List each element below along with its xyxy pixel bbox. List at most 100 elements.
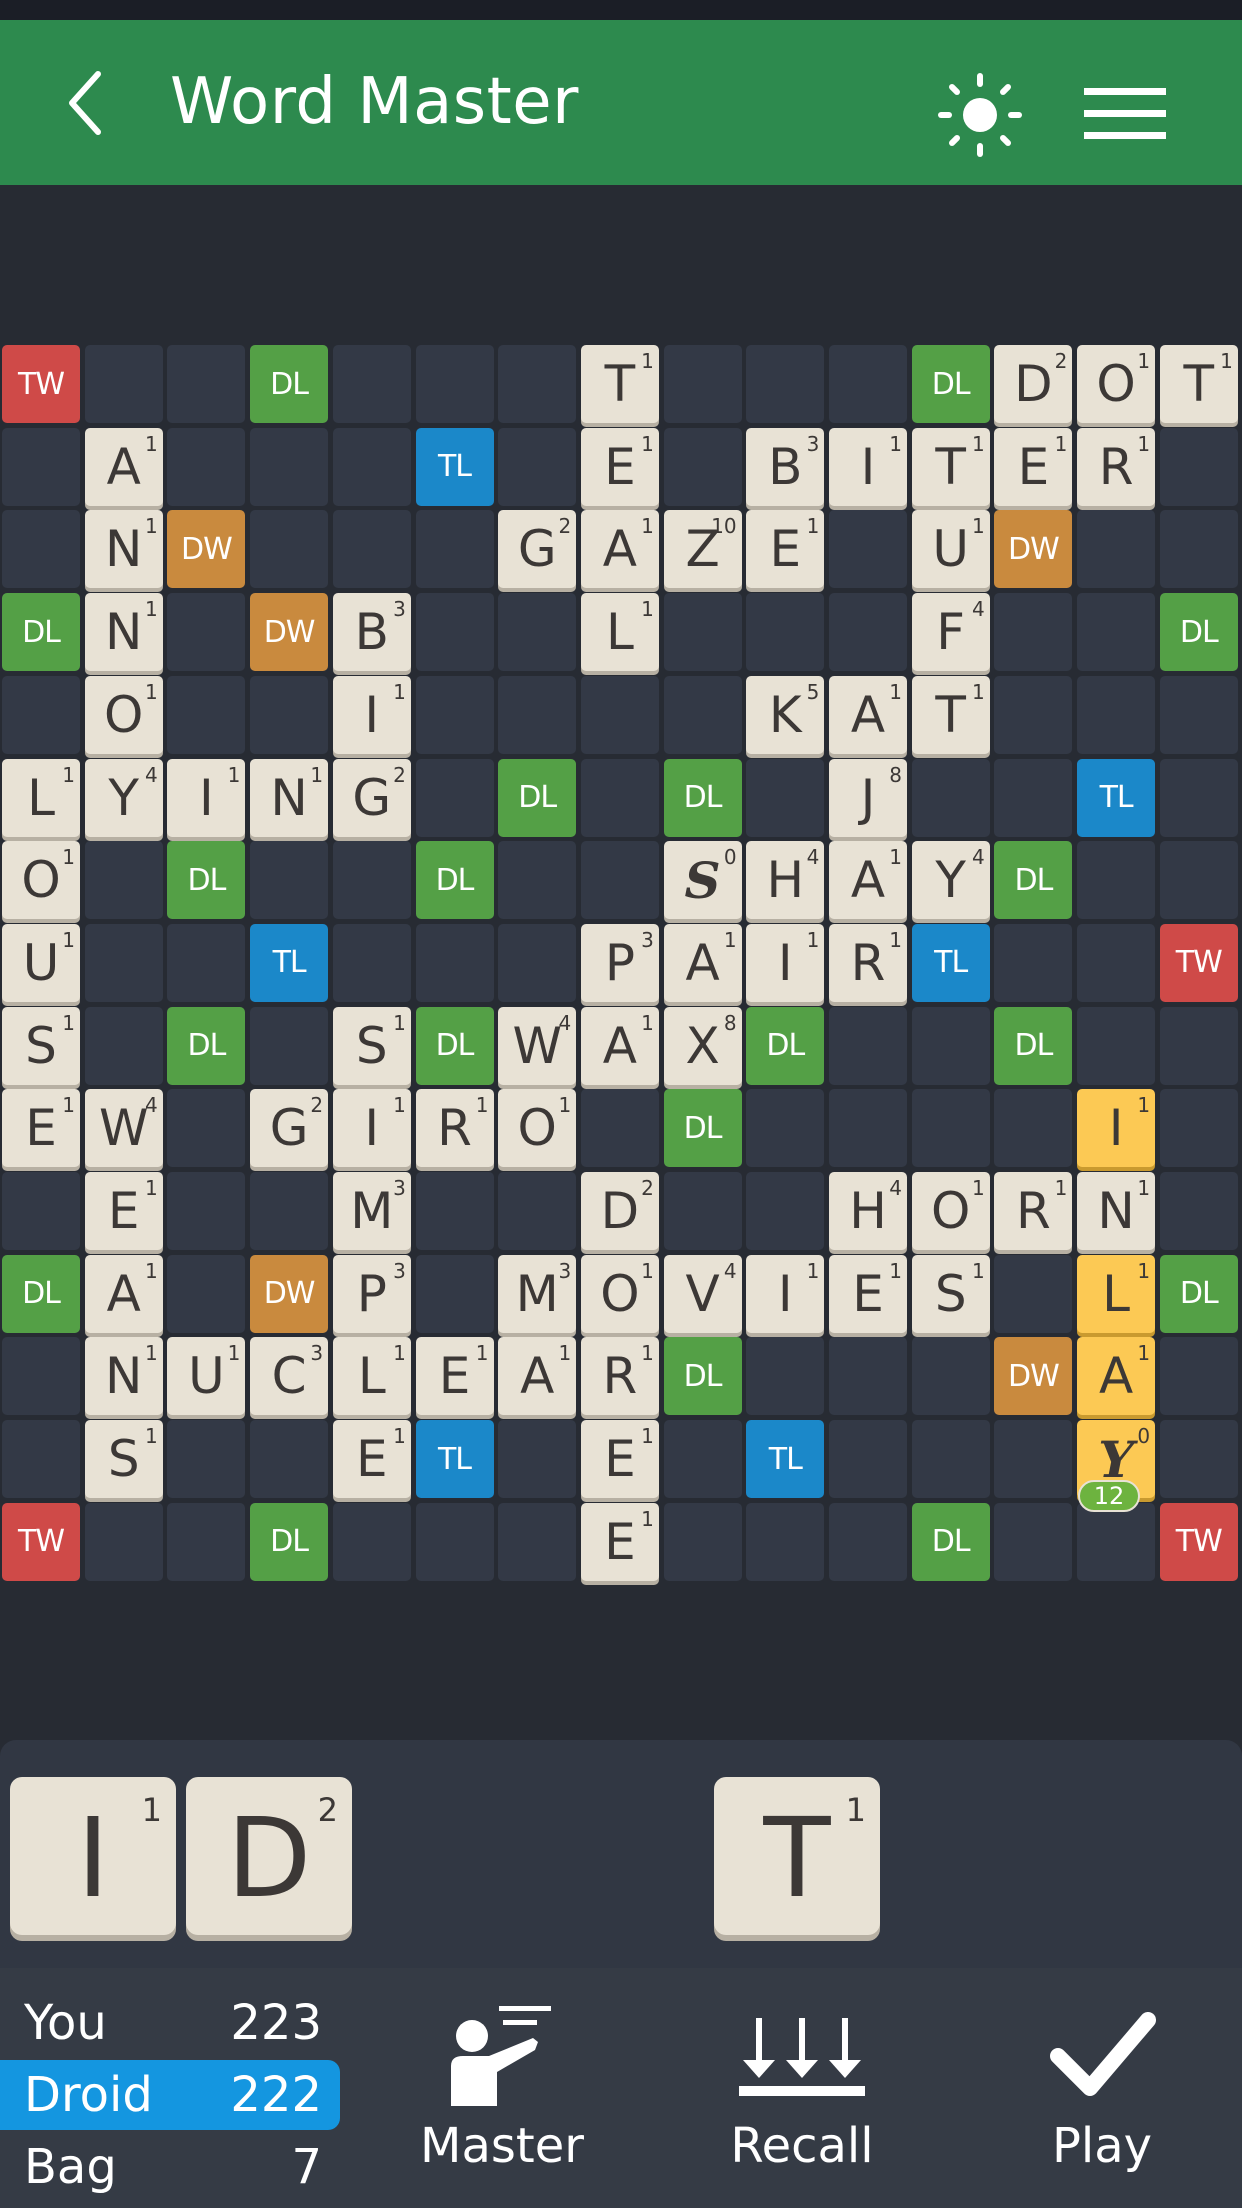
board-cell-dl[interactable]: DL xyxy=(2,593,80,672)
board-cell-empty[interactable] xyxy=(1077,1502,1156,1581)
board-cell-dl[interactable]: DL xyxy=(911,345,990,423)
board-cell-dl[interactable]: DL xyxy=(1159,593,1238,672)
board-cell-dl[interactable]: DL xyxy=(663,1089,742,1168)
placed-tile[interactable]: T1 xyxy=(580,345,659,423)
board-cell-empty[interactable] xyxy=(911,758,990,837)
board-cell-empty[interactable] xyxy=(994,923,1073,1002)
board-cell-empty[interactable] xyxy=(250,427,329,506)
board-cell-empty[interactable] xyxy=(250,1006,329,1085)
placed-tile[interactable]: R1 xyxy=(829,923,907,1002)
board-cell-tl[interactable]: TL xyxy=(415,1420,494,1499)
board-cell-empty[interactable] xyxy=(1159,841,1238,920)
placed-tile[interactable]: G2 xyxy=(332,758,411,837)
board-cell-empty[interactable] xyxy=(1159,1006,1238,1085)
board-cell-empty[interactable] xyxy=(746,758,825,837)
placed-tile[interactable]: E1 xyxy=(746,510,825,589)
board-cell-empty[interactable] xyxy=(84,841,163,920)
board-cell-dl[interactable]: DL xyxy=(167,841,246,920)
board-cell-empty[interactable] xyxy=(332,345,411,423)
placed-tile-new[interactable]: I1 xyxy=(1077,1089,1156,1168)
board-cell-empty[interactable] xyxy=(994,758,1073,837)
master-button[interactable]: Master xyxy=(402,1968,602,2208)
board-cell-empty[interactable] xyxy=(1077,923,1156,1002)
placed-tile[interactable]: S0 xyxy=(663,841,742,920)
placed-tile[interactable]: M3 xyxy=(498,1254,577,1333)
board-cell-empty[interactable] xyxy=(829,1089,907,1168)
placed-tile[interactable]: N1 xyxy=(1077,1172,1156,1250)
placed-tile[interactable]: U1 xyxy=(167,1337,246,1416)
board-cell-empty[interactable] xyxy=(498,593,577,672)
board-cell-dl[interactable]: DL xyxy=(415,1006,494,1085)
board-cell-empty[interactable] xyxy=(829,510,907,589)
placed-tile[interactable]: R1 xyxy=(415,1089,494,1168)
board-cell-empty[interactable] xyxy=(167,345,246,423)
board-cell-dl[interactable]: DL xyxy=(1159,1254,1238,1333)
board-cell-empty[interactable] xyxy=(1159,1089,1238,1168)
placed-tile[interactable]: N1 xyxy=(84,510,163,589)
board-cell-empty[interactable] xyxy=(2,427,80,506)
placed-tile[interactable]: T1 xyxy=(1159,345,1238,423)
placed-tile[interactable]: S1 xyxy=(84,1420,163,1499)
board-cell-empty[interactable] xyxy=(994,593,1073,672)
board-cell-empty[interactable] xyxy=(84,1006,163,1085)
placed-tile[interactable]: T1 xyxy=(911,427,990,506)
board-cell-tw[interactable]: TW xyxy=(2,1502,80,1581)
placed-tile[interactable]: T1 xyxy=(911,675,990,754)
board-cell-empty[interactable] xyxy=(415,1254,494,1333)
placed-tile[interactable]: H4 xyxy=(829,1172,907,1250)
board-cell-empty[interactable] xyxy=(911,1337,990,1416)
board-cell-empty[interactable] xyxy=(167,923,246,1002)
board-cell-empty[interactable] xyxy=(911,1006,990,1085)
placed-tile[interactable]: A1 xyxy=(498,1337,577,1416)
board-cell-dl[interactable]: DL xyxy=(911,1502,990,1581)
placed-tile[interactable]: G2 xyxy=(498,510,577,589)
board-cell-empty[interactable] xyxy=(911,1420,990,1499)
board-cell-empty[interactable] xyxy=(250,841,329,920)
board-cell-empty[interactable] xyxy=(415,345,494,423)
back-button[interactable] xyxy=(60,68,110,138)
board-cell-tl[interactable]: TL xyxy=(415,427,494,506)
board-cell-empty[interactable] xyxy=(250,1420,329,1499)
board-cell-empty[interactable] xyxy=(1159,675,1238,754)
board-cell-empty[interactable] xyxy=(1077,841,1156,920)
board-cell-empty[interactable] xyxy=(84,1502,163,1581)
board-cell-empty[interactable] xyxy=(498,1172,577,1250)
board-cell-dl[interactable]: DL xyxy=(663,1337,742,1416)
board-cell-empty[interactable] xyxy=(663,1420,742,1499)
placed-tile[interactable]: N1 xyxy=(250,758,329,837)
placed-tile[interactable]: A1 xyxy=(580,510,659,589)
board-cell-tw[interactable]: TW xyxy=(2,345,80,423)
placed-tile[interactable]: Y4 xyxy=(84,758,163,837)
board-cell-empty[interactable] xyxy=(746,1089,825,1168)
placed-tile[interactable]: E1 xyxy=(84,1172,163,1250)
board-cell-empty[interactable] xyxy=(2,675,80,754)
placed-tile[interactable]: M3 xyxy=(332,1172,411,1250)
board-cell-empty[interactable] xyxy=(84,345,163,423)
board-cell-empty[interactable] xyxy=(746,1172,825,1250)
board-cell-tl[interactable]: TL xyxy=(250,923,329,1002)
placed-tile[interactable]: N1 xyxy=(84,593,163,672)
rack-tile[interactable]: T1 xyxy=(714,1777,880,1935)
placed-tile[interactable]: P3 xyxy=(332,1254,411,1333)
board-cell-empty[interactable] xyxy=(498,427,577,506)
board-cell-empty[interactable] xyxy=(415,923,494,1002)
board-cell-empty[interactable] xyxy=(663,427,742,506)
recall-button[interactable]: Recall xyxy=(702,1968,902,2208)
placed-tile[interactable]: S1 xyxy=(332,1006,411,1085)
board-cell-empty[interactable] xyxy=(498,345,577,423)
board-cell-empty[interactable] xyxy=(2,1172,80,1250)
placed-tile[interactable]: E1 xyxy=(332,1420,411,1499)
board-cell-empty[interactable] xyxy=(829,593,907,672)
board-cell-empty[interactable] xyxy=(1077,675,1156,754)
board-cell-empty[interactable] xyxy=(911,1089,990,1168)
board-cell-empty[interactable] xyxy=(994,1420,1073,1499)
board-cell-empty[interactable] xyxy=(1159,758,1238,837)
placed-tile[interactable]: B3 xyxy=(746,427,825,506)
board-cell-empty[interactable] xyxy=(84,923,163,1002)
board-cell-dl[interactable]: DL xyxy=(994,1006,1073,1085)
placed-tile[interactable]: X8 xyxy=(663,1006,742,1085)
board-cell-empty[interactable] xyxy=(1159,1420,1238,1499)
board-cell-empty[interactable] xyxy=(498,841,577,920)
board-cell-empty[interactable] xyxy=(829,1337,907,1416)
placed-tile[interactable]: K5 xyxy=(746,675,825,754)
